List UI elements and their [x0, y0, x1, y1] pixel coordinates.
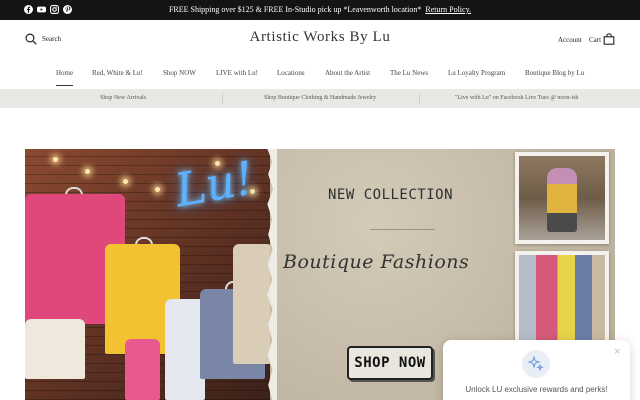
promo-link-boutique-clothing[interactable]: Shop Boutique Clothing & Handmade Jewelr…	[264, 95, 376, 101]
nav-item-lu-loyalty-program[interactable]: Lu Loyalty Program	[448, 69, 505, 77]
boutique-fashions-script: Boutique Fashions	[283, 251, 470, 273]
shop-now-button[interactable]: SHOP NOW	[347, 346, 433, 380]
nav-item-locations[interactable]: Locations	[277, 69, 305, 77]
promo-divider	[222, 93, 223, 104]
announcement-message: FREE Shipping over $125 & FREE In-Studio…	[168, 5, 422, 14]
rewards-message: Unlock LU exclusive rewards and perks!	[465, 385, 608, 394]
collection-heading: NEW COLLECTION	[328, 187, 454, 203]
site-logo[interactable]: Artistic Works By Lu	[0, 29, 640, 46]
announcement-text: FREE Shipping over $125 & FREE In-Studio…	[0, 0, 640, 20]
return-policy-link[interactable]: Return Policy.	[425, 5, 471, 14]
nav-item-boutique-blog[interactable]: Boutique Blog by Lu	[525, 69, 584, 77]
nav-item-home[interactable]: Home	[56, 69, 74, 86]
boutique-photo: Lu!	[25, 149, 270, 400]
cart-bag-icon[interactable]	[603, 33, 615, 45]
string-light	[53, 157, 58, 162]
promo-divider	[419, 93, 420, 104]
promo-link-new-arrivals[interactable]: Shop New Arrivals	[100, 95, 146, 101]
rewards-popup[interactable]: × Unlock LU exclusive rewards and perks!	[443, 340, 630, 400]
promo-link-live-with-lu[interactable]: "Live with Lu" on Facebook Live Tues @ n…	[455, 95, 578, 101]
model-figure	[547, 168, 577, 232]
nav-item-about-the-artist[interactable]: About the Artist	[325, 69, 370, 77]
nav-item-the-lu-news[interactable]: The Lu News	[390, 69, 428, 77]
pink-skirt	[125, 339, 160, 400]
nav-item-red-white-lu[interactable]: Red, White & Lu!	[92, 69, 143, 77]
cart-link[interactable]: Cart	[589, 36, 601, 44]
nav-item-live-with-lu[interactable]: LIVE with Lu!	[216, 69, 258, 77]
announcement-bar: FREE Shipping over $125 & FREE In-Studio…	[0, 0, 640, 20]
heading-divider	[370, 229, 435, 230]
polaroid-photo-model	[515, 152, 609, 244]
string-light	[85, 169, 90, 174]
string-light	[123, 179, 128, 184]
beige-garment	[233, 244, 270, 364]
promo-links-bar: Shop New Arrivals Shop Boutique Clothing…	[0, 89, 640, 108]
white-shorts	[25, 319, 85, 379]
close-icon[interactable]: ×	[613, 347, 621, 357]
polaroid-photo-racks	[515, 251, 609, 345]
string-light	[155, 187, 160, 192]
nav-item-shop-now[interactable]: Shop NOW	[163, 69, 196, 77]
white-pants	[165, 299, 205, 400]
account-link[interactable]: Account	[558, 36, 582, 44]
main-navigation: Home Red, White & Lu! Shop NOW LIVE with…	[0, 69, 640, 86]
sparkle-icon	[522, 350, 550, 378]
